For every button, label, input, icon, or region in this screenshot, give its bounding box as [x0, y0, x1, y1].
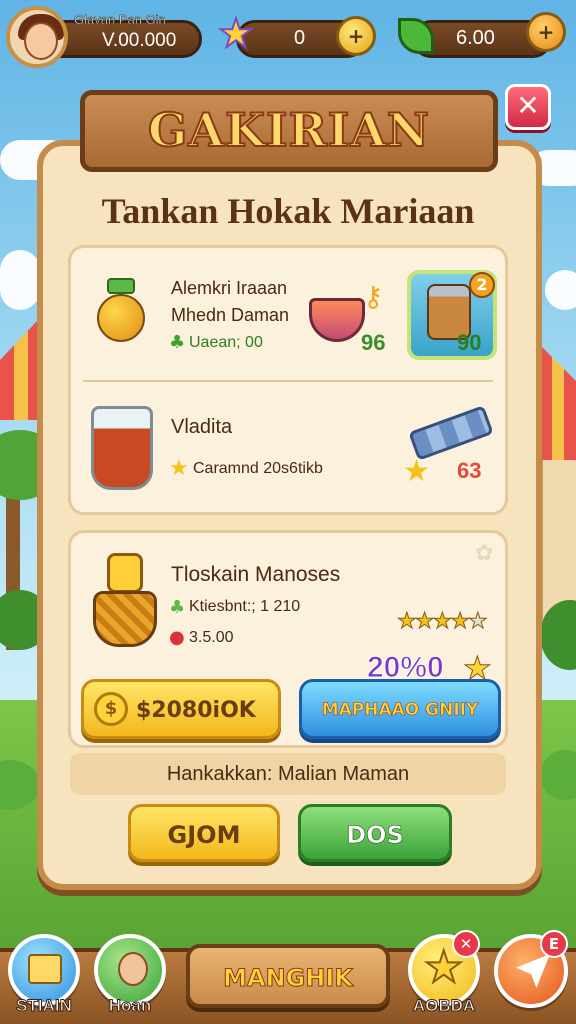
- left-action-label: GJOM: [167, 821, 241, 849]
- juice-jug-icon[interactable]: [91, 406, 153, 490]
- buy-button[interactable]: MAPHAAO GNIIY: [299, 679, 501, 739]
- dialog-subtitle: Tankan Hokak Mariaan: [101, 191, 475, 231]
- left-action-button[interactable]: GJOM: [128, 804, 280, 862]
- star-icon: ★: [169, 456, 189, 481]
- dock-star-badge: ✕: [452, 930, 480, 958]
- star-icon: ★: [403, 454, 430, 489]
- close-button[interactable]: ✕: [505, 84, 551, 130]
- paper-plane-icon: [516, 954, 550, 988]
- bottom-dock: STIAIN Hoan MANGHIK ★ ✕ AOBDA E: [0, 930, 576, 1024]
- featured-stat1: Ktiesbnt:; 1 210: [189, 598, 301, 615]
- item5-value: 63: [457, 458, 482, 483]
- featured-item-card: Tloskain Manoses ♣ Ktiesbnt:; 1 210 ● 3.…: [68, 530, 508, 748]
- featured-stat2: 3.5.00: [189, 629, 234, 646]
- price-button[interactable]: $ $2080iOK: [81, 679, 281, 739]
- leaf-small-icon: ♣: [169, 597, 186, 618]
- star-gem-icon: ★: [217, 11, 255, 57]
- friend-face-icon: [118, 952, 148, 986]
- avatar-face: [24, 22, 58, 60]
- add-gems-button[interactable]: +: [336, 16, 376, 56]
- dock-friend-label: Hoan: [108, 996, 152, 1016]
- item3-value: 90: [457, 330, 482, 355]
- player-avatar[interactable]: [6, 6, 68, 68]
- item3-badge: 2: [469, 272, 495, 298]
- dock-star-label: AOBDA: [412, 996, 476, 1016]
- card-divider: [83, 380, 493, 382]
- coin-icon: $: [94, 692, 128, 726]
- right-action-button[interactable]: DOS: [298, 804, 452, 862]
- leaf-value: 6.00: [456, 27, 495, 49]
- dock-center-button[interactable]: MANGHIK: [186, 944, 390, 1008]
- sparkle-icon: ✿: [475, 541, 494, 566]
- dock-send-badge: E: [540, 930, 568, 958]
- rating-star: ★: [450, 609, 471, 635]
- item1-stats: Uaean; 00: [189, 334, 263, 351]
- rating-star: ★: [414, 609, 435, 635]
- apple-icon: ●: [169, 627, 185, 648]
- featured-name: Tloskain Manoses: [171, 563, 341, 586]
- dialog-title-sign: GAKIRIAN: [80, 90, 498, 172]
- item4-stats: Caramnd 20s6tikb: [193, 460, 323, 477]
- player-balance: V.00.000: [102, 30, 177, 51]
- top-bar: Glavan Pan Gin V.00.000 ★ 0 + 6.00 +: [0, 0, 576, 78]
- player-name: Glavan Pan Gin: [74, 12, 166, 28]
- bowl-icon[interactable]: [309, 298, 365, 342]
- item4-name: Vladita: [171, 416, 233, 438]
- footer-note: Hankakkan: Malian Maman: [166, 763, 410, 785]
- house-right: [540, 460, 576, 620]
- item2-value: 96: [361, 330, 386, 355]
- item1-name-line1: Alemkri Iraaan: [171, 278, 288, 298]
- footer-note-bar: Hankakkan: Malian Maman: [70, 753, 506, 795]
- ruler-icon[interactable]: [408, 405, 494, 461]
- clover-icon: ♣: [169, 332, 186, 353]
- rating-star: ★: [432, 609, 453, 635]
- right-action-label: DOS: [346, 821, 404, 850]
- cheese-icon: [28, 954, 62, 984]
- key-icon: ⚷: [363, 280, 384, 313]
- potion-bottle-icon[interactable]: [93, 278, 149, 348]
- dock-storage-label: STIAIN: [16, 996, 73, 1016]
- gem-value: 0: [294, 27, 306, 49]
- cloud: [0, 250, 40, 310]
- buy-button-label: MAPHAAO GNIIY: [321, 700, 479, 721]
- add-leaf-button[interactable]: +: [526, 12, 566, 52]
- star-rating: ★★★★★: [397, 609, 489, 635]
- inventory-card: Alemkri Iraaan Mhedn Daman ♣ Uaean; 00 ⚷…: [68, 245, 508, 515]
- golden-vase-icon[interactable]: [89, 553, 161, 653]
- dock-center-label: MANGHIK: [223, 964, 354, 993]
- price-button-label: $2080iOK: [136, 698, 256, 723]
- rating-star: ★: [467, 609, 488, 635]
- rating-star: ★: [397, 609, 418, 635]
- dialog-title: GAKIRIAN: [147, 102, 430, 158]
- item1-name-line2: Mhedn Daman: [171, 305, 290, 325]
